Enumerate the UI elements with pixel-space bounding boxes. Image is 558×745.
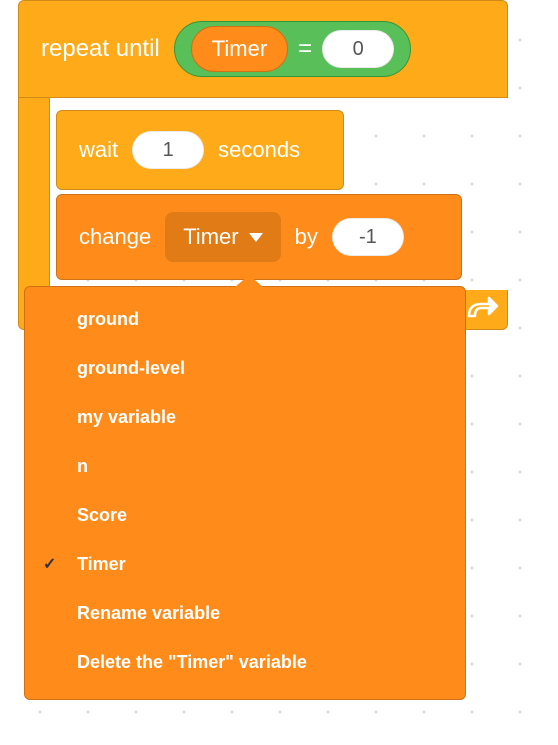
menu-item-delete[interactable]: Delete the "Timer" variable xyxy=(25,638,465,687)
variable-dropdown[interactable]: Timer xyxy=(165,212,280,262)
timer-reporter[interactable]: Timer xyxy=(191,26,288,72)
variable-dropdown-label: Timer xyxy=(183,224,238,250)
menu-item-n[interactable]: n xyxy=(25,442,465,491)
change-label-prefix: change xyxy=(79,224,151,250)
variable-dropdown-menu[interactable]: ground ground-level my variable n Score … xyxy=(24,286,466,700)
menu-item-ground[interactable]: ground xyxy=(25,295,465,344)
menu-item-ground-level[interactable]: ground-level xyxy=(25,344,465,393)
wait-value-input[interactable]: 1 xyxy=(132,131,204,169)
repeat-until-label: repeat until xyxy=(41,35,160,63)
menu-item-timer[interactable]: Timer xyxy=(25,540,465,589)
wait-label-suffix: seconds xyxy=(218,137,300,163)
equals-operator[interactable]: Timer = 0 xyxy=(174,21,411,77)
blocks-workspace[interactable]: repeat until Timer = 0 wait 1 seconds ch… xyxy=(0,0,558,745)
menu-item-my-variable[interactable]: my variable xyxy=(25,393,465,442)
change-variable-block[interactable]: change Timer by -1 xyxy=(56,194,462,280)
repeat-until-arm xyxy=(18,98,50,290)
change-value-input[interactable]: -1 xyxy=(332,218,404,256)
equals-sign: = xyxy=(298,35,312,63)
wait-block[interactable]: wait 1 seconds xyxy=(56,110,344,190)
repeat-until-header[interactable]: repeat until Timer = 0 xyxy=(18,0,508,98)
wait-label-prefix: wait xyxy=(79,137,118,163)
change-label-by: by xyxy=(295,224,318,250)
loop-arrow-icon xyxy=(465,296,499,324)
menu-item-rename[interactable]: Rename variable xyxy=(25,589,465,638)
equals-value-input[interactable]: 0 xyxy=(322,30,394,68)
menu-item-score[interactable]: Score xyxy=(25,491,465,540)
chevron-down-icon xyxy=(249,233,263,242)
